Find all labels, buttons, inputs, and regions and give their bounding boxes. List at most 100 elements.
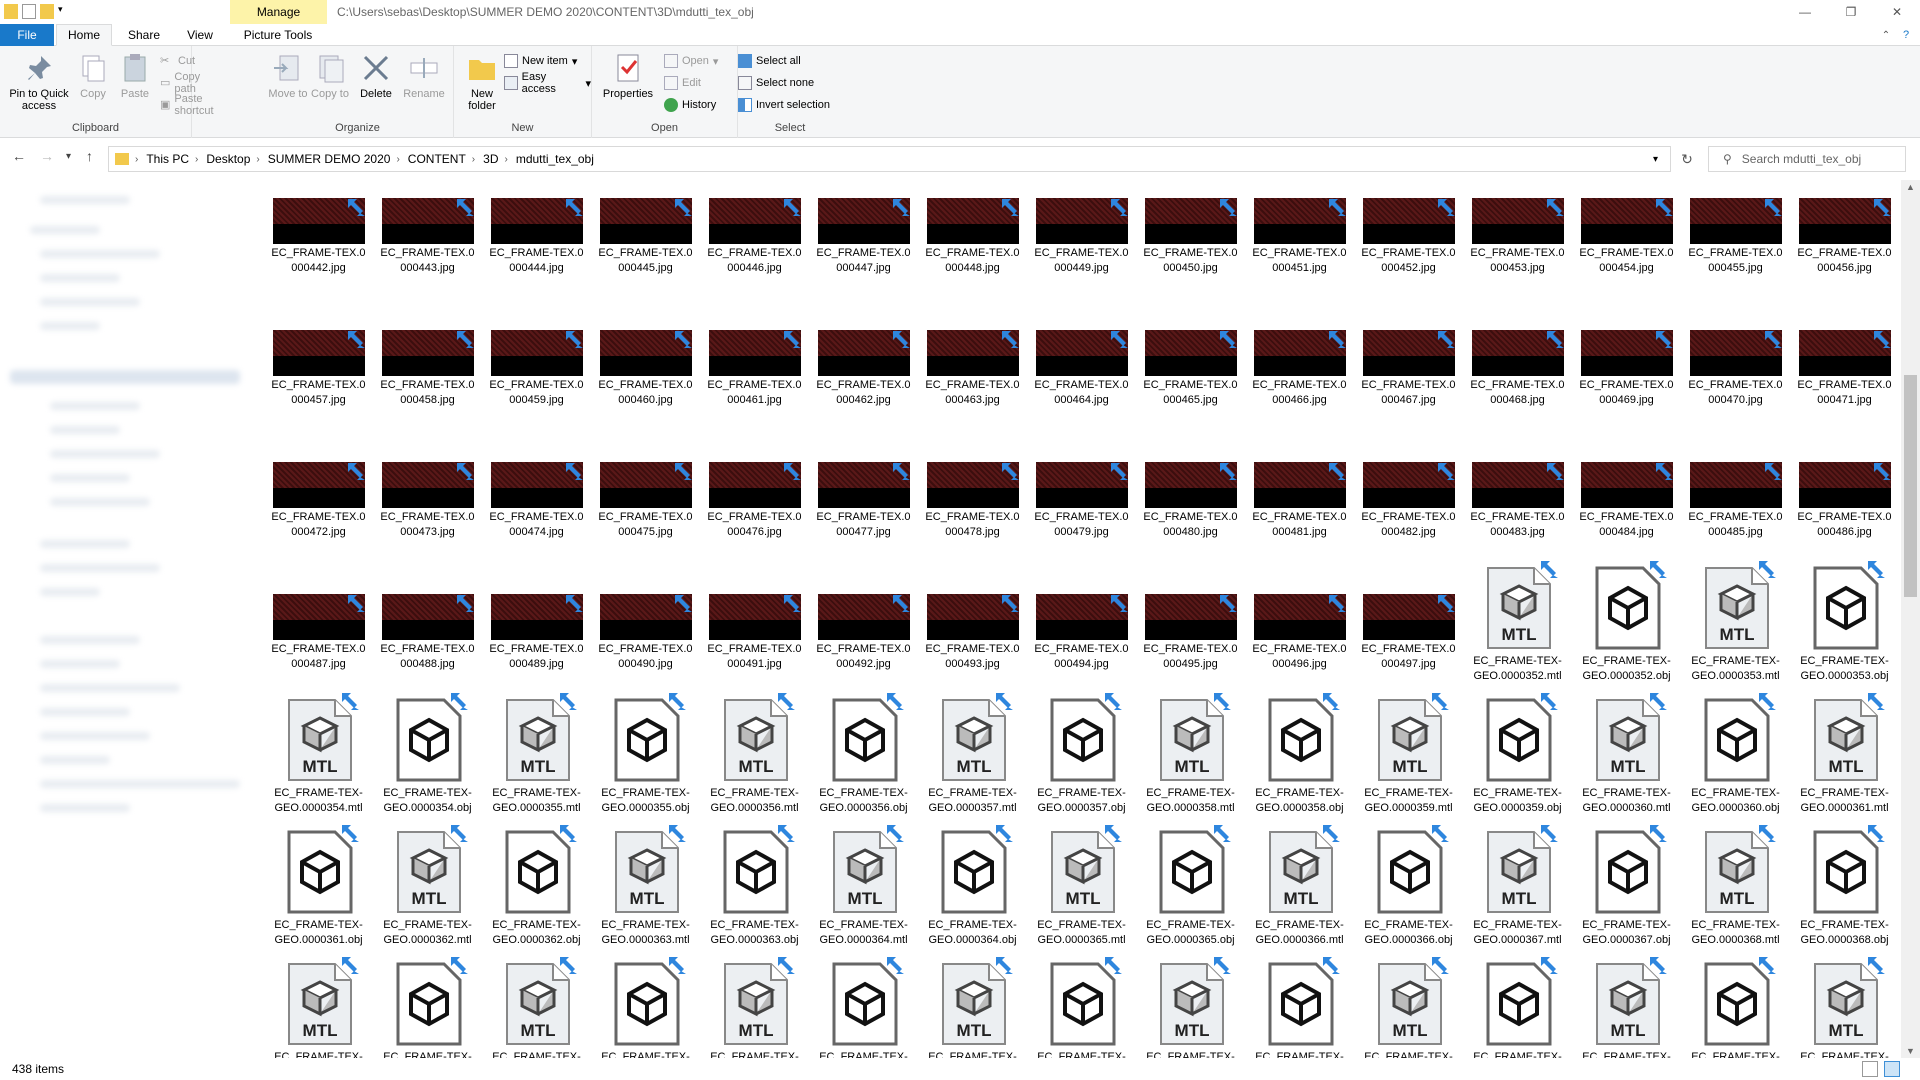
file-item-jpg[interactable]: EC_FRAME-TEX.0 000486.jpg xyxy=(1792,422,1897,540)
file-item-jpg[interactable]: EC_FRAME-TEX.0 000487.jpg xyxy=(266,554,371,672)
file-item-obj[interactable]: EC_FRAME-TEX-GEO.0000369.obj xyxy=(375,956,480,1058)
file-item-jpg[interactable]: EC_FRAME-TEX.0 000473.jpg xyxy=(375,422,480,540)
history-button[interactable]: History xyxy=(664,96,716,114)
scroll-up-icon[interactable]: ▲ xyxy=(1906,182,1915,192)
edit-button[interactable]: Edit xyxy=(664,74,701,92)
file-item-jpg[interactable]: EC_FRAME-TEX.0 000476.jpg xyxy=(702,422,807,540)
file-item-jpg[interactable]: EC_FRAME-TEX.0 000457.jpg xyxy=(266,290,371,408)
file-item-jpg[interactable]: EC_FRAME-TEX.0 000471.jpg xyxy=(1792,290,1897,408)
file-item-jpg[interactable]: EC_FRAME-TEX.0 000459.jpg xyxy=(484,290,589,408)
tab-home[interactable]: Home xyxy=(56,24,112,46)
file-item-obj[interactable]: EC_FRAME-TEX- GEO.0000353.obj xyxy=(1792,560,1897,684)
file-item-jpg[interactable]: EC_FRAME-TEX.0 000450.jpg xyxy=(1138,180,1243,276)
file-item-mtl[interactable]: MTL EC_FRAME-TEX-GEO.0000372.mtl xyxy=(920,956,1025,1058)
minimize-icon[interactable]: — xyxy=(1782,0,1828,24)
close-icon[interactable]: ✕ xyxy=(1874,0,1920,24)
file-item-jpg[interactable]: EC_FRAME-TEX.0 000448.jpg xyxy=(920,180,1025,276)
paste-shortcut-button[interactable]: ▣ Paste shortcut xyxy=(160,93,217,117)
breadcrumb-summer-demo[interactable]: SUMMER DEMO 2020 xyxy=(268,152,391,166)
tab-picture-tools[interactable]: Picture Tools xyxy=(234,24,322,46)
file-item-mtl[interactable]: MTL EC_FRAME-TEX- GEO.0000368.mtl xyxy=(1683,824,1788,948)
large-icons-view-icon[interactable] xyxy=(1884,1061,1900,1077)
file-item-jpg[interactable]: EC_FRAME-TEX.0 000447.jpg xyxy=(811,180,916,276)
file-item-jpg[interactable]: EC_FRAME-TEX.0 000458.jpg xyxy=(375,290,480,408)
file-item-mtl[interactable]: MTL EC_FRAME-TEX- GEO.0000355.mtl xyxy=(484,692,589,816)
file-item-jpg[interactable]: EC_FRAME-TEX.0 000466.jpg xyxy=(1247,290,1352,408)
file-item-mtl[interactable]: MTL EC_FRAME-TEX- GEO.0000358.mtl xyxy=(1138,692,1243,816)
file-item-mtl[interactable]: MTL EC_FRAME-TEX-GEO.0000371.mtl xyxy=(702,956,807,1058)
file-item-obj[interactable]: EC_FRAME-TEX- GEO.0000352.obj xyxy=(1574,560,1679,684)
file-item-mtl[interactable]: MTL EC_FRAME-TEX-GEO.0000374.mtl xyxy=(1356,956,1461,1058)
file-item-jpg[interactable]: EC_FRAME-TEX.0 000489.jpg xyxy=(484,554,589,672)
file-item-mtl[interactable]: MTL EC_FRAME-TEX- GEO.0000367.mtl xyxy=(1465,824,1570,948)
rename-button[interactable]: Rename xyxy=(400,52,448,100)
file-item-jpg[interactable]: EC_FRAME-TEX.0 000485.jpg xyxy=(1683,422,1788,540)
file-item-mtl[interactable]: MTL EC_FRAME-TEX- GEO.0000356.mtl xyxy=(702,692,807,816)
file-item-jpg[interactable]: EC_FRAME-TEX.0 000491.jpg xyxy=(702,554,807,672)
help-icon[interactable]: ? xyxy=(1896,24,1916,46)
file-item-mtl[interactable]: MTL EC_FRAME-TEX- GEO.0000364.mtl xyxy=(811,824,916,948)
breadcrumb-desktop[interactable]: Desktop xyxy=(206,152,250,166)
file-item-jpg[interactable]: EC_FRAME-TEX.0 000492.jpg xyxy=(811,554,916,672)
file-item-jpg[interactable]: EC_FRAME-TEX.0 000483.jpg xyxy=(1465,422,1570,540)
address-bar[interactable]: › This PC › Desktop › SUMMER DEMO 2020 › CO… xyxy=(108,146,1671,172)
file-item-jpg[interactable]: EC_FRAME-TEX.0 000465.jpg xyxy=(1138,290,1243,408)
file-item-mtl[interactable]: MTL EC_FRAME-TEX- GEO.0000357.mtl xyxy=(920,692,1025,816)
file-item-obj[interactable]: EC_FRAME-TEX- GEO.0000362.obj xyxy=(484,824,589,948)
file-item-jpg[interactable]: EC_FRAME-TEX.0 000460.jpg xyxy=(593,290,698,408)
file-item-jpg[interactable]: EC_FRAME-TEX.0 000444.jpg xyxy=(484,180,589,276)
up-arrow-icon[interactable]: ↑ xyxy=(86,148,93,164)
file-item-jpg[interactable]: EC_FRAME-TEX.0 000494.jpg xyxy=(1029,554,1134,672)
file-item-obj[interactable]: EC_FRAME-TEX- GEO.0000360.obj xyxy=(1683,692,1788,816)
breadcrumb-content[interactable]: CONTENT xyxy=(408,152,466,166)
file-item-mtl[interactable]: MTL EC_FRAME-TEX- GEO.0000362.mtl xyxy=(375,824,480,948)
copy-to-button[interactable]: Copy to xyxy=(310,52,350,100)
file-item-obj[interactable]: EC_FRAME-TEX- GEO.0000368.obj xyxy=(1792,824,1897,948)
file-item-mtl[interactable]: MTL EC_FRAME-TEX- GEO.0000354.mtl xyxy=(266,692,371,816)
file-item-mtl[interactable]: MTL EC_FRAME-TEX- GEO.0000361.mtl xyxy=(1792,692,1897,816)
file-item-obj[interactable]: EC_FRAME-TEX-GEO.0000374.obj xyxy=(1465,956,1570,1058)
file-item-jpg[interactable]: EC_FRAME-TEX.0 000479.jpg xyxy=(1029,422,1134,540)
file-item-jpg[interactable]: EC_FRAME-TEX.0 000482.jpg xyxy=(1356,422,1461,540)
file-item-mtl[interactable]: MTL EC_FRAME-TEX-GEO.0000370.mtl xyxy=(484,956,589,1058)
tab-file[interactable]: File xyxy=(0,24,54,46)
file-item-jpg[interactable]: EC_FRAME-TEX.0 000480.jpg xyxy=(1138,422,1243,540)
restore-icon[interactable]: ❐ xyxy=(1828,0,1874,24)
file-item-obj[interactable]: EC_FRAME-TEX- GEO.0000361.obj xyxy=(266,824,371,948)
file-item-mtl[interactable]: MTL EC_FRAME-TEX- GEO.0000360.mtl xyxy=(1574,692,1679,816)
file-item-obj[interactable]: EC_FRAME-TEX-GEO.0000370.obj xyxy=(593,956,698,1058)
file-item-jpg[interactable]: EC_FRAME-TEX.0 000445.jpg xyxy=(593,180,698,276)
file-item-obj[interactable]: EC_FRAME-TEX- GEO.0000355.obj xyxy=(593,692,698,816)
move-to-button[interactable]: Move to xyxy=(268,52,308,100)
file-item-jpg[interactable]: EC_FRAME-TEX.0 000472.jpg xyxy=(266,422,371,540)
file-item-mtl[interactable]: MTL EC_FRAME-TEX- GEO.0000363.mtl xyxy=(593,824,698,948)
file-item-obj[interactable]: EC_FRAME-TEX- GEO.0000364.obj xyxy=(920,824,1025,948)
tab-share[interactable]: Share xyxy=(116,24,172,46)
file-item-jpg[interactable]: EC_FRAME-TEX.0 000468.jpg xyxy=(1465,290,1570,408)
open-button[interactable]: Open ▾ xyxy=(664,52,718,70)
file-item-jpg[interactable]: EC_FRAME-TEX.0 000493.jpg xyxy=(920,554,1025,672)
pin-quick-access-button[interactable]: Pin to Quick access xyxy=(4,52,74,112)
file-item-mtl[interactable]: MTL EC_FRAME-TEX-GEO.0000376.mtl xyxy=(1792,956,1897,1058)
file-item-obj[interactable]: EC_FRAME-TEX- GEO.0000363.obj xyxy=(702,824,807,948)
file-item-jpg[interactable]: EC_FRAME-TEX.0 000446.jpg xyxy=(702,180,807,276)
paste-button[interactable]: Paste xyxy=(116,52,154,100)
back-arrow-icon[interactable]: ← xyxy=(12,148,26,164)
file-item-obj[interactable]: EC_FRAME-TEX- GEO.0000354.obj xyxy=(375,692,480,816)
file-item-jpg[interactable]: EC_FRAME-TEX.0 000453.jpg xyxy=(1465,180,1570,276)
tab-view[interactable]: View xyxy=(172,24,228,46)
file-item-jpg[interactable]: EC_FRAME-TEX.0 000467.jpg xyxy=(1356,290,1461,408)
file-item-jpg[interactable]: EC_FRAME-TEX.0 000474.jpg xyxy=(484,422,589,540)
breadcrumb-3d[interactable]: 3D xyxy=(483,152,498,166)
file-item-jpg[interactable]: EC_FRAME-TEX.0 000469.jpg xyxy=(1574,290,1679,408)
invert-selection-button[interactable]: Invert selection xyxy=(738,96,830,114)
file-item-mtl[interactable]: MTL EC_FRAME-TEX- GEO.0000359.mtl xyxy=(1356,692,1461,816)
file-item-jpg[interactable]: EC_FRAME-TEX.0 000475.jpg xyxy=(593,422,698,540)
new-folder-button[interactable]: New folder xyxy=(460,52,504,112)
file-item-mtl[interactable]: MTL EC_FRAME-TEX- GEO.0000352.mtl xyxy=(1465,560,1570,684)
breadcrumb-current[interactable]: mdutti_tex_obj xyxy=(516,152,594,166)
details-view-icon[interactable] xyxy=(1862,1061,1878,1077)
file-item-jpg[interactable]: EC_FRAME-TEX.0 000497.jpg xyxy=(1356,554,1461,672)
file-item-obj[interactable]: EC_FRAME-TEX-GEO.0000373.obj xyxy=(1247,956,1352,1058)
delete-button[interactable]: Delete xyxy=(356,52,396,100)
